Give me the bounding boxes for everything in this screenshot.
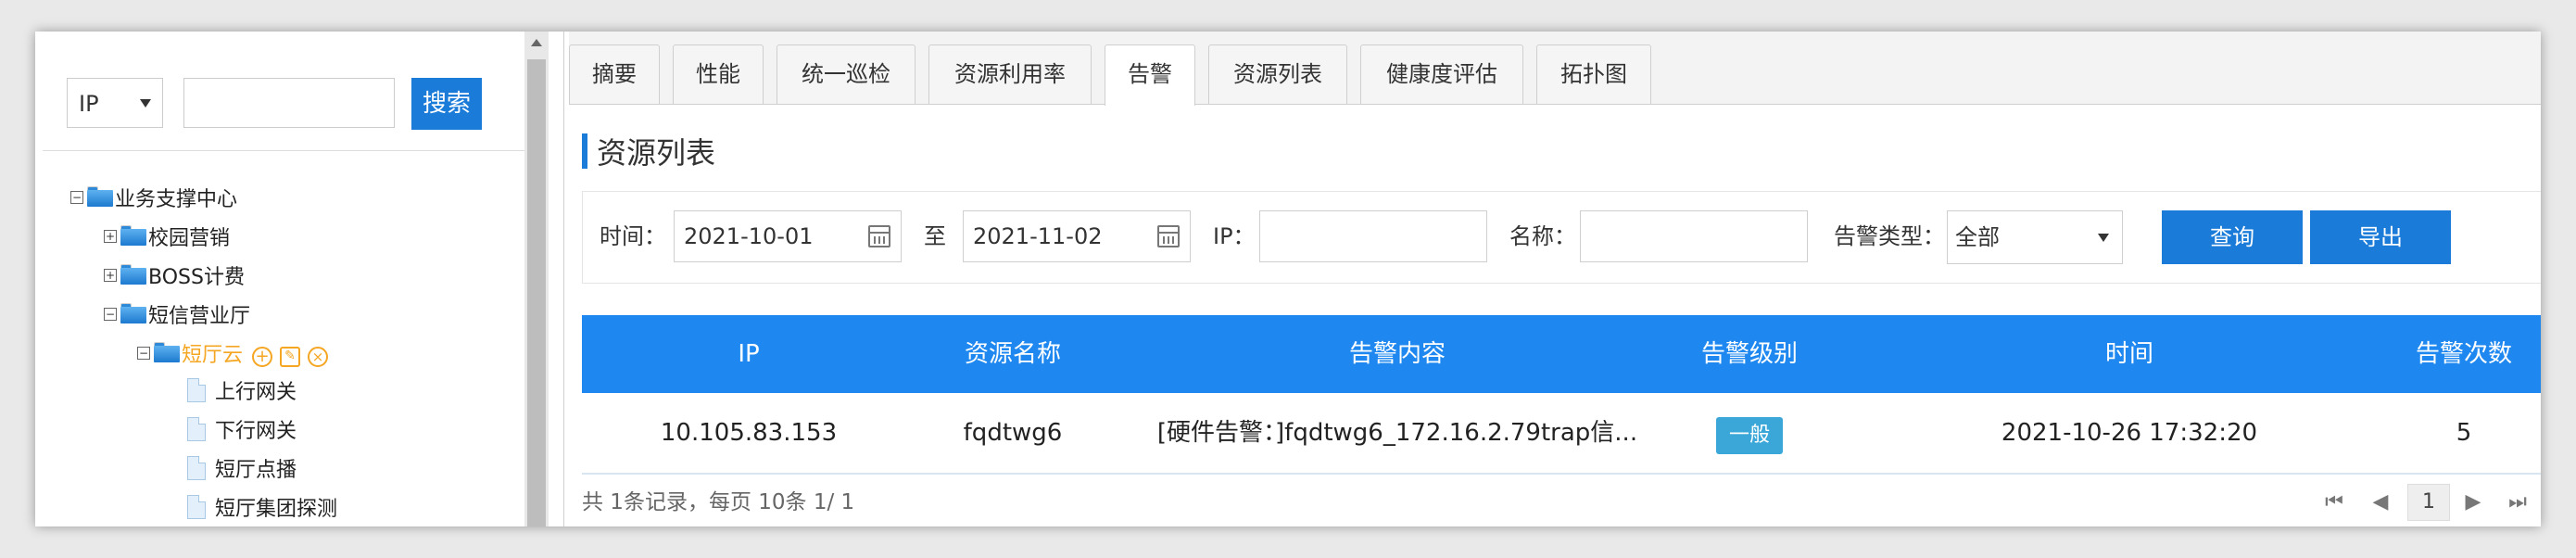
search-input[interactable] — [183, 78, 395, 128]
time-label: 时间： — [600, 223, 666, 249]
calendar-icon[interactable] — [868, 225, 890, 247]
cell-resource-name: fqdtwg6 — [963, 419, 1063, 447]
tree-node-root[interactable]: 业务支撑中心 — [115, 187, 237, 213]
tree-node-sms-hall[interactable]: 短信营业厅 — [148, 304, 250, 330]
next-page-icon[interactable]: ▶ — [2457, 486, 2489, 519]
search-type-select[interactable]: IP — [67, 78, 163, 128]
tab-health-assessment[interactable]: 健康度评估 — [1360, 44, 1523, 104]
collapse-toggle-icon[interactable]: − — [137, 347, 150, 360]
tab-resource-utilization[interactable]: 资源利用率 — [928, 44, 1092, 104]
tab-topology[interactable]: 拓扑图 — [1536, 44, 1651, 104]
alarm-type-select[interactable]: 全部 — [1947, 210, 2123, 264]
tab-alarm[interactable]: 告警 — [1105, 44, 1195, 106]
collapse-toggle-icon[interactable]: − — [104, 308, 117, 321]
table-header: IP 资源名称 告警内容 告警级别 时间 告警次数 — [582, 315, 2541, 393]
calendar-icon[interactable] — [1157, 225, 1180, 247]
app-window: IP 搜索 − 业务支撑中心 + 校园营销 + BOSS计费 − 短信营业厅 −… — [35, 32, 2541, 526]
tab-resource-list[interactable]: 资源列表 — [1208, 44, 1347, 104]
folder-icon — [120, 264, 146, 285]
edit-icon[interactable]: ✎ — [280, 347, 300, 367]
tab-bar: 摘要 性能 统一巡检 资源利用率 告警 资源列表 健康度评估 拓扑图 — [569, 32, 2541, 106]
folder-icon — [120, 225, 146, 246]
file-icon — [187, 417, 206, 441]
column-header-alarm-count[interactable]: 告警次数 — [2394, 315, 2533, 393]
add-icon[interactable]: + — [252, 347, 272, 367]
cell-ip: 10.105.83.153 — [660, 419, 838, 447]
first-page-icon[interactable]: ⏮ — [2318, 486, 2350, 519]
filter-bar: 时间： 2021-10-01 至 2021-11-02 IP： 名称： 告警类型… — [582, 191, 2541, 284]
file-icon — [187, 456, 206, 480]
divider — [43, 150, 524, 151]
tab-performance[interactable]: 性能 — [673, 44, 764, 104]
cell-time: 2021-10-26 17:32:20 — [2001, 419, 2258, 447]
resource-tree-panel: IP 搜索 − 业务支撑中心 + 校园营销 + BOSS计费 − 短信营业厅 −… — [43, 32, 525, 526]
tree-leaf-uplink-gateway[interactable]: 上行网关 — [215, 380, 297, 406]
table-row[interactable]: 10.105.83.153 fqdtwg6 [硬件告警：]fqdtwg6_172… — [582, 393, 2541, 475]
column-header-time[interactable]: 时间 — [2037, 315, 2222, 393]
column-header-resource-name[interactable]: 资源名称 — [934, 315, 1092, 393]
collapse-toggle-icon[interactable]: − — [70, 191, 83, 204]
tree-node-boss-billing[interactable]: BOSS计费 — [148, 265, 245, 291]
start-date-value: 2021-10-01 — [684, 223, 814, 249]
dropdown-arrow-icon — [2098, 234, 2109, 242]
section-title: 资源列表 — [597, 135, 716, 171]
main-content: 摘要 性能 统一巡检 资源利用率 告警 资源列表 健康度评估 拓扑图 资源列表 … — [569, 32, 2541, 526]
ip-label: IP： — [1213, 223, 1256, 249]
expand-toggle-icon[interactable]: + — [104, 269, 117, 282]
cell-alarm-count: 5 — [2456, 419, 2472, 447]
export-button[interactable]: 导出 — [2310, 210, 2451, 264]
name-label: 名称： — [1509, 223, 1576, 249]
alarm-type-value: 全部 — [1955, 224, 2000, 250]
delete-icon[interactable]: × — [308, 347, 328, 367]
tree-leaf-downlink-gateway[interactable]: 下行网关 — [215, 419, 297, 445]
last-page-icon[interactable]: ⏭ — [2502, 486, 2533, 519]
tab-unified-inspection[interactable]: 统一巡检 — [777, 44, 915, 104]
column-header-alarm-level[interactable]: 告警级别 — [1657, 315, 1842, 393]
end-date-value: 2021-11-02 — [973, 223, 1103, 249]
folder-icon — [154, 342, 180, 362]
expand-toggle-icon[interactable]: + — [104, 230, 117, 243]
panel-splitter[interactable] — [549, 32, 564, 526]
query-button[interactable]: 查询 — [2162, 210, 2303, 264]
tab-summary[interactable]: 摘要 — [569, 44, 660, 104]
column-header-alarm-content[interactable]: 告警内容 — [1305, 315, 1490, 393]
scrollbar-thumb[interactable] — [527, 59, 546, 526]
cell-alarm-content: [硬件告警：]fqdtwg6_172.16.2.79trap信... — [1156, 419, 1638, 447]
name-input[interactable] — [1580, 210, 1808, 262]
tree-node-campus-marketing[interactable]: 校园营销 — [148, 226, 230, 252]
search-button[interactable]: 搜索 — [411, 78, 482, 130]
tree-leaf-sms-group-probe[interactable]: 短厅集团探测 — [215, 497, 337, 523]
file-icon — [187, 495, 206, 519]
tree-leaf-sms-vod[interactable]: 短厅点播 — [215, 458, 297, 484]
tree-scrollbar[interactable] — [524, 32, 549, 526]
ip-input[interactable] — [1259, 210, 1487, 262]
prev-page-icon[interactable]: ◀ — [2365, 486, 2396, 519]
dropdown-arrow-icon — [140, 99, 151, 108]
column-header-ip[interactable]: IP — [665, 315, 832, 393]
pagination-info: 共 1条记录，每页 10条 1/ 1 — [582, 490, 855, 514]
search-type-value: IP — [79, 91, 99, 117]
to-label: 至 — [924, 223, 946, 249]
folder-icon — [87, 186, 113, 207]
tree-node-sms-cloud-selected[interactable]: 短厅云 — [182, 343, 243, 369]
current-page[interactable]: 1 — [2407, 484, 2450, 521]
file-icon — [187, 378, 206, 402]
scroll-up-icon[interactable] — [531, 39, 542, 46]
folder-icon — [120, 303, 146, 323]
alarm-level-badge: 一般 — [1716, 417, 1783, 454]
section-title-marker — [582, 133, 587, 169]
alarm-type-label: 告警类型： — [1834, 223, 1945, 249]
